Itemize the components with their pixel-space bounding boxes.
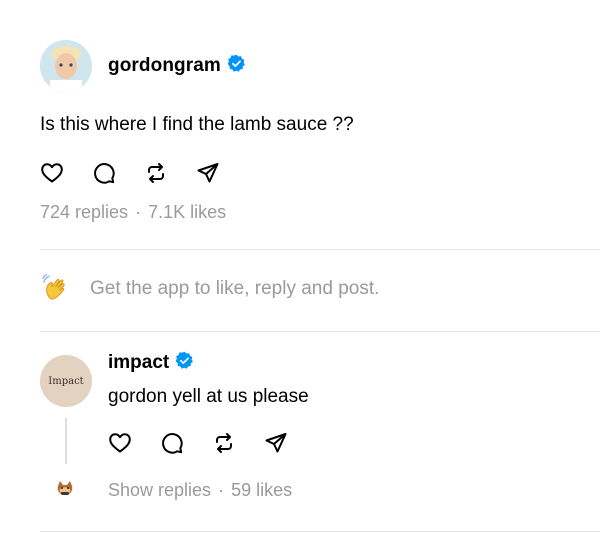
post-stats: 724 replies · 7.1K likes (40, 202, 226, 223)
reply-body: gordon yell at us please (108, 386, 309, 407)
like-count[interactable]: 7.1K likes (148, 202, 226, 222)
comment-icon[interactable] (92, 161, 116, 185)
heart-icon[interactable] (40, 161, 64, 185)
get-app-label: Get the app to like, reply and post. (90, 278, 380, 299)
verified-badge-icon (227, 54, 245, 72)
username-text: impact (108, 352, 170, 373)
divider (40, 249, 600, 250)
post-actions (40, 161, 248, 185)
reply-avatar-text: Impact (48, 375, 84, 387)
stats-separator: · (218, 480, 225, 500)
waving-hand-icon (42, 273, 65, 300)
divider (40, 331, 600, 332)
reply-stats: Show replies · 59 likes (108, 480, 292, 501)
reply-username[interactable]: impact (108, 351, 194, 374)
reply-actions (108, 431, 316, 455)
thread-line (65, 418, 67, 464)
avatar[interactable] (40, 40, 92, 92)
divider (40, 531, 600, 532)
post-username[interactable]: gordongram (108, 54, 246, 77)
reply-count[interactable]: 724 replies (40, 202, 128, 222)
heart-icon[interactable] (108, 431, 132, 455)
post-body: Is this where I find the lamb sauce ?? (40, 114, 354, 135)
share-icon[interactable] (264, 431, 288, 455)
like-count[interactable]: 59 likes (231, 480, 292, 500)
repost-icon[interactable] (144, 161, 168, 185)
repost-icon[interactable] (212, 431, 236, 455)
username-text: gordongram (108, 55, 221, 76)
reply-avatar[interactable]: Impact (40, 355, 92, 407)
profile-photo (40, 40, 92, 92)
show-replies-link[interactable]: Show replies (108, 480, 211, 500)
comment-icon[interactable] (160, 431, 184, 455)
share-icon[interactable] (196, 161, 220, 185)
replier-avatar[interactable] (54, 478, 76, 500)
get-app-banner[interactable]: Get the app to like, reply and post. (40, 272, 379, 306)
verified-badge-icon (175, 351, 194, 369)
stats-separator: · (135, 202, 142, 222)
